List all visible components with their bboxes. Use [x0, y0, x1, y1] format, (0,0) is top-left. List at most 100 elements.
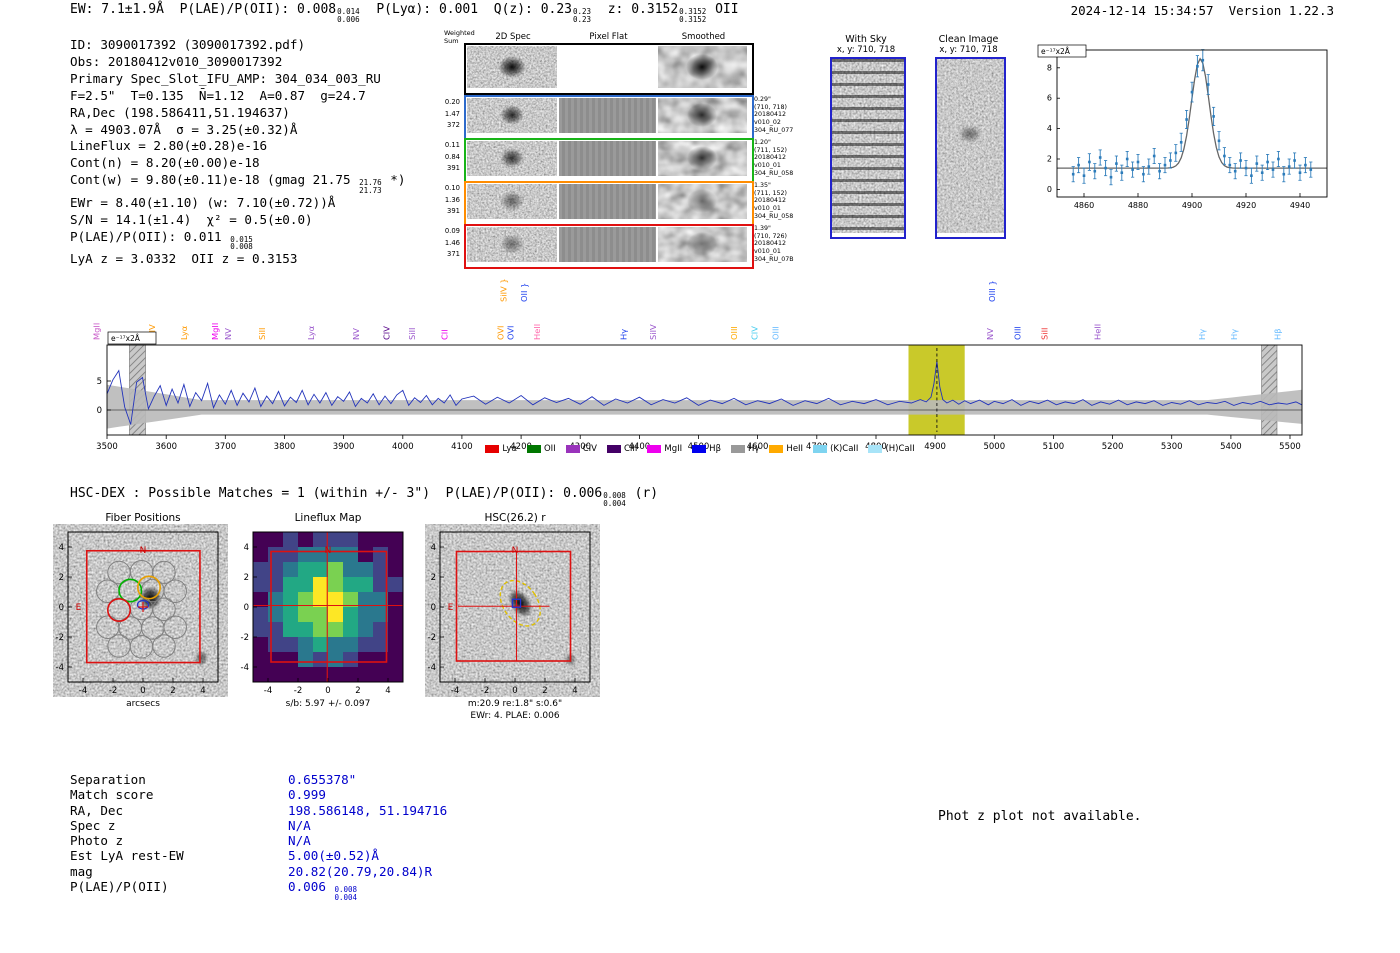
cutout-sublabels: arcsecs — [58, 699, 228, 711]
match-field-value: 198.586148, 51.194716 — [288, 803, 447, 818]
spec2d-pixelflat — [559, 98, 656, 133]
text-segment: Cont(n) = 8.20(±0.00)e-18 — [70, 155, 260, 171]
hsc-svg: N E -4 -4 -2 -2 0 0 2 2 4 4 — [428, 531, 591, 696]
noise-image — [658, 46, 747, 88]
spec2d-cutout — [467, 184, 557, 219]
legend-item: MgII — [647, 444, 682, 454]
svg-text:SiIV }: SiIV } — [498, 278, 508, 302]
svg-text:5400: 5400 — [1220, 442, 1242, 452]
info-line: RA,Dec (198.586411,51.194637) — [70, 105, 405, 122]
cutout-title: Lineflux Map — [294, 512, 362, 524]
svg-text:CIV: CIV — [750, 326, 760, 340]
svg-text:3700: 3700 — [214, 442, 236, 452]
svg-text:Hβ: Hβ — [1273, 328, 1283, 340]
info-line: P(LAE)/P(OII): 0.011 0.015 0.008 — [70, 229, 405, 252]
spec2d-row-weights: 0.09 1.46 371 — [444, 227, 460, 258]
text-segment: EWr = 8.40(±1.10) (w: 7.10(±0.72))Å — [70, 194, 336, 210]
match-table: Separation 0.655378" Match score 0.999 RA, D… — [70, 772, 447, 902]
text-segment: Obs: 20180412v010_3090017392 — [70, 53, 283, 69]
svg-text:SiIV: SiIV — [648, 324, 658, 340]
match-field-value: 0.655378" — [288, 772, 356, 787]
svg-text:4: 4 — [431, 543, 436, 553]
legend-label: CIV — [582, 444, 597, 454]
match-field-label: Match score — [70, 787, 154, 803]
elixer-report-page: EW: 7.1±1.9Å P(LAE)/P(OII): 0.008 0.014 0.… — [0, 0, 1400, 953]
text-segment: LyA z = 3.0332 OII z = 0.3153 — [70, 251, 298, 267]
spec2d-smoothed — [658, 141, 747, 176]
svg-text:OVI: OVI — [495, 325, 505, 340]
noise-image — [658, 227, 747, 262]
spec2d-pixelflat — [559, 184, 656, 219]
spec2d-pixelflat — [559, 141, 656, 176]
panel-subtitle: x, y: 710, 718 — [836, 45, 896, 55]
spec2d-smoothed — [658, 227, 747, 262]
noise-image — [467, 98, 557, 133]
cutout-plot: N E -4 -4 -2 -2 0 0 2 2 4 4 — [410, 524, 600, 703]
info-line: Cont(w) = 9.80(±0.11)e-18 (gmag 21.75 21… — [70, 172, 405, 195]
svg-text:NV: NV — [351, 328, 361, 340]
cutout-panel-fiber: Fiber Positions N E -4 -4 -2 -2 0 0 2 2 4 4 arcsecs — [38, 510, 233, 735]
text-segment: S/N = 14.1(±1.4) χ² = 0.5(±0.0) — [70, 211, 313, 227]
spec2d-smoothed — [658, 98, 747, 133]
match-row: Separation 0.655378" — [70, 772, 447, 787]
svg-text:-4: -4 — [79, 686, 87, 696]
flux-svg: N -4 -4 -2 -2 0 0 2 2 4 4 — [241, 531, 404, 696]
svg-text:OIII }: OIII } — [987, 280, 997, 302]
info-line: ID: 3090017392 (3090017392.pdf) — [70, 37, 405, 54]
spec2d-weighted-flat — [559, 46, 656, 88]
match-row: Est LyA rest-EW 5.00(±0.52)Å — [70, 848, 447, 863]
cutout-sublabel: EWr: 4. PLAE: 0.006 — [470, 710, 560, 721]
cutout-plot: N E -4 -4 -2 -2 0 0 2 2 4 4 — [38, 524, 228, 703]
stacked-uncertainty: 0.008 0.004 — [334, 885, 358, 902]
legend-swatch — [565, 445, 580, 453]
svg-text:CII: CII — [440, 329, 450, 340]
spec2d-cutout — [467, 227, 557, 262]
info-line: S/N = 14.1(±1.4) χ² = 0.5(±0.0) — [70, 212, 405, 229]
svg-text:6: 6 — [1047, 94, 1052, 103]
spec2d-col-header: Smoothed — [681, 32, 726, 42]
match-field-label: Spec z — [70, 817, 116, 833]
text-segment: ID: 3090017392 (3090017392.pdf) — [70, 37, 306, 52]
stacked-uncertainty: 0.23 0.23 — [573, 7, 592, 24]
legend-label: CIII — [623, 444, 638, 454]
legend-item: Lyα — [485, 444, 517, 454]
svg-text:Hγ: Hγ — [1229, 329, 1239, 340]
spec2d-row-weights: 0.20 1.47 372 — [444, 98, 460, 129]
svg-text:-4: -4 — [56, 663, 64, 673]
legend-item: (K)CaII — [813, 444, 858, 454]
svg-text:Lyα: Lyα — [306, 325, 316, 340]
text-segment: HSC-DEX : Possible Matches = 1 (within +… — [70, 486, 603, 501]
text-segment: P(LAE)/P(OII): 0.011 — [70, 228, 230, 244]
text-segment: N/A — [288, 817, 311, 833]
svg-text:2: 2 — [1047, 155, 1052, 164]
line-fit-svg: 0 2 4 6 8 4860 4880 4900 4920 4940 e⁻¹⁷x2Å — [1037, 44, 1328, 210]
svg-text:OVI: OVI — [505, 325, 515, 340]
legend-item: Hβ — [692, 444, 721, 454]
cutout-plot: N -4 -4 -2 -2 0 0 2 2 4 4 — [223, 524, 413, 703]
info-line: Obs: 20180412v010_3090017392 — [70, 54, 405, 71]
legend-swatch — [606, 445, 621, 453]
spec2d-weighted-2d — [467, 46, 557, 88]
legend-item: CIII — [606, 444, 638, 454]
spec2d-col-header: Pixel Flat — [589, 32, 628, 42]
stacked-uncertainty: 0.3152 0.3152 — [679, 7, 707, 24]
svg-text:e⁻¹⁷x2Å: e⁻¹⁷x2Å — [1041, 47, 1071, 56]
noise-image — [467, 46, 557, 88]
text-segment: Cont(w) = 9.80(±0.11)e-18 (gmag 21.75 — [70, 172, 359, 188]
text-segment: OII — [707, 2, 739, 17]
svg-text:SiII: SiII — [1040, 328, 1050, 340]
info-line: EWr = 8.40(±1.10) (w: 7.10(±0.72))Å — [70, 195, 405, 212]
legend-swatch — [647, 445, 662, 453]
svg-text:SiII: SiII — [257, 328, 267, 340]
full-spectrum-plot: 3500 3600 3700 3800 3900 4000 4100 4200 4300 4400… — [88, 266, 1313, 460]
cutout-panel-flux: Lineflux Map N -4 -4 -2 -2 0 0 2 2 4 4 s/b: 5.97 +/-… — [223, 510, 418, 735]
legend-label: HeII — [786, 444, 804, 454]
noise-image — [658, 98, 747, 133]
panel-image — [935, 57, 1006, 239]
svg-text:-4: -4 — [428, 663, 436, 673]
timestamp-version: 2024-12-14 15:34:57 Version 1.22.3 — [1070, 3, 1334, 18]
match-field-label: Est LyA rest-EW — [70, 848, 184, 864]
svg-text:OII }: OII } — [519, 283, 529, 302]
svg-text:Hγ: Hγ — [1197, 329, 1207, 340]
spec2d-row-meta: 1.20" (711, 152) 20180412 v010_01 304_RU_058 — [754, 139, 794, 177]
